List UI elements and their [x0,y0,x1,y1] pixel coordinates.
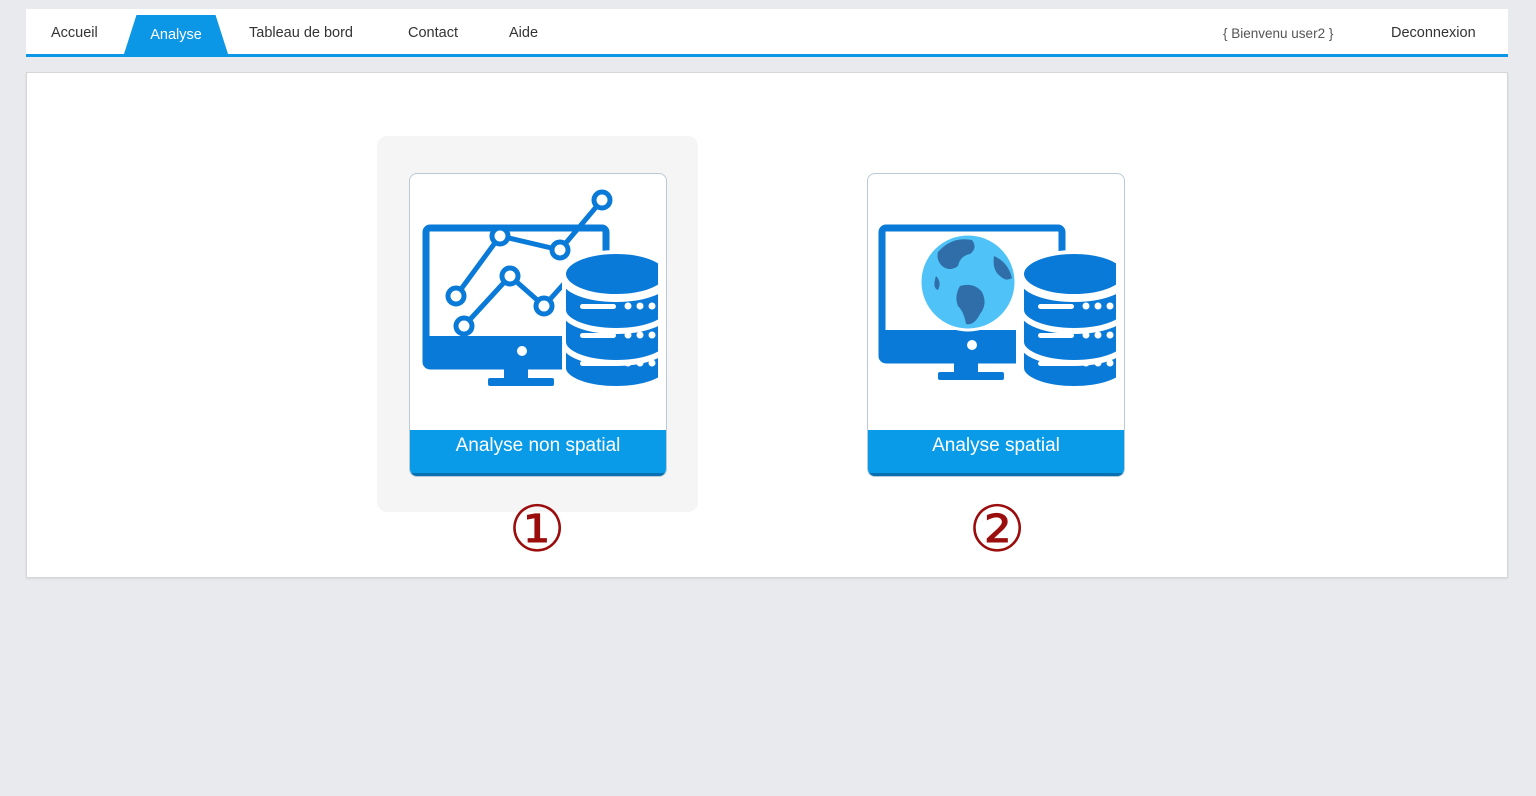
analyse-spatial-label[interactable]: Analyse spatial [868,430,1124,476]
top-navbar: Accueil Analyse Tableau de bord Contact … [26,9,1508,57]
nav-aide[interactable]: Aide [509,9,538,54]
nav-tableau-de-bord[interactable]: Tableau de bord [249,9,353,54]
marker-1: ① [508,493,566,567]
main-panel [26,72,1508,578]
nav-accueil[interactable]: Accueil [51,9,98,54]
nav-contact[interactable]: Contact [408,9,458,54]
chart-database-icon [422,189,658,394]
analyse-spatial-card[interactable]: Analyse spatial [867,173,1125,477]
marker-2: ② [968,493,1026,567]
nav-analyse[interactable]: Analyse [124,15,228,54]
globe-database-icon [878,224,1116,394]
analyse-non-spatial-card[interactable]: Analyse non spatial [409,173,667,477]
nav-deconnexion[interactable]: Deconnexion [1391,9,1476,54]
analyse-non-spatial-label[interactable]: Analyse non spatial [410,430,666,476]
welcome-user-text: { Bienvenu user2 } [1223,26,1334,41]
